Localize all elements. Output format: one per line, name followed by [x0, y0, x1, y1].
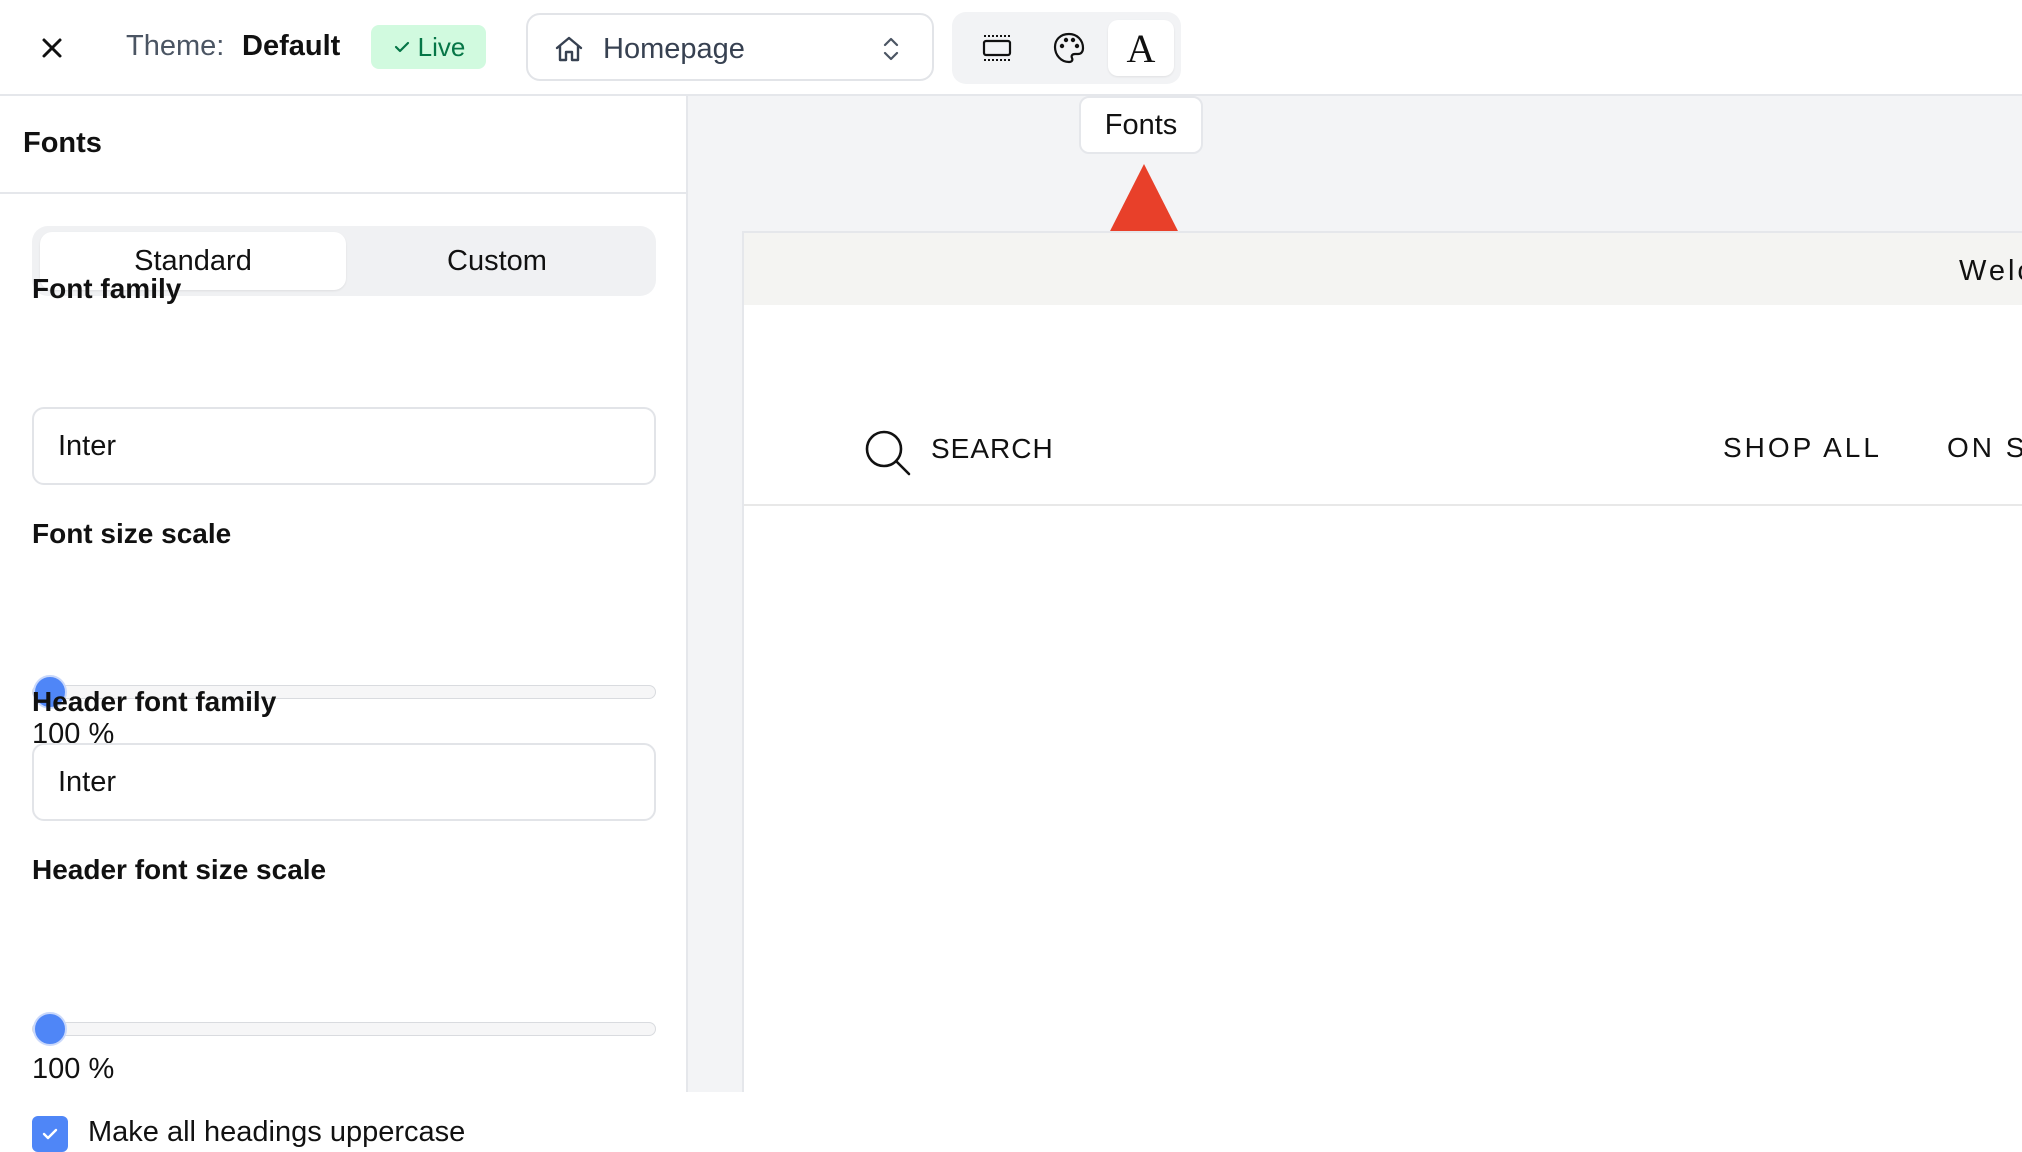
theme-name: Default — [242, 30, 341, 62]
layout-icon — [982, 35, 1012, 61]
tab-custom[interactable]: Custom — [344, 232, 650, 290]
panel-title: Fonts — [23, 127, 102, 159]
fonts-button[interactable]: A — [1108, 20, 1174, 76]
search-icon[interactable] — [864, 429, 912, 477]
check-icon — [394, 41, 409, 53]
header-font-size-scale-value: 100 % — [32, 1053, 115, 1085]
announcement-bar: Welc — [744, 233, 2022, 305]
header-font-size-scale-label: Header font size scale — [32, 854, 327, 885]
panel-header: Fonts — [0, 96, 686, 194]
header-font-size-scale-slider[interactable] — [32, 1022, 656, 1036]
nav-link-shop-all[interactable]: SHOP ALL — [1723, 432, 1882, 464]
font-size-scale-label: Font size scale — [32, 518, 232, 549]
fonts-settings-panel: Fonts Standard Custom Font family Font s… — [0, 96, 688, 1152]
search-link[interactable]: SEARCH — [931, 433, 1054, 465]
font-icon: A — [1126, 25, 1156, 71]
palette-icon — [1053, 32, 1085, 64]
storefront-preview: Welc SEARCH SHOP ALL ON S — [742, 231, 2022, 1092]
page-selector[interactable]: Homepage — [526, 13, 934, 81]
checkmark-icon — [42, 1128, 58, 1140]
close-icon — [42, 38, 62, 58]
nav-link-on-sale[interactable]: ON S — [1947, 432, 2022, 464]
uppercase-headings-checkbox[interactable] — [32, 1116, 68, 1152]
font-family-label: Font family — [32, 273, 182, 304]
header-font-size-scale-slider-thumb[interactable] — [33, 1012, 67, 1046]
uppercase-headings-label: Make all headings uppercase — [88, 1116, 466, 1148]
top-bar: Theme: Default Live Homepage A — [0, 0, 2022, 96]
header-font-family-input[interactable] — [32, 743, 656, 821]
header-font-family-label: Header font family — [32, 686, 277, 717]
store-navigation — [744, 305, 2022, 506]
live-status-badge: Live — [371, 25, 486, 69]
colors-button[interactable] — [1041, 20, 1097, 76]
page-selector-value: Homepage — [603, 33, 745, 65]
close-button[interactable] — [32, 28, 72, 68]
fonts-tooltip: Fonts — [1079, 96, 1203, 154]
announcement-text: Welc — [1959, 255, 2022, 287]
chevron-up-down-icon — [883, 37, 899, 61]
layout-sections-button[interactable] — [969, 20, 1025, 76]
font-family-input[interactable] — [32, 407, 656, 485]
home-icon — [555, 36, 583, 62]
live-badge-label: Live — [417, 31, 466, 62]
theme-label: Theme: — [126, 30, 225, 62]
editor-tool-group: A — [952, 12, 1181, 84]
